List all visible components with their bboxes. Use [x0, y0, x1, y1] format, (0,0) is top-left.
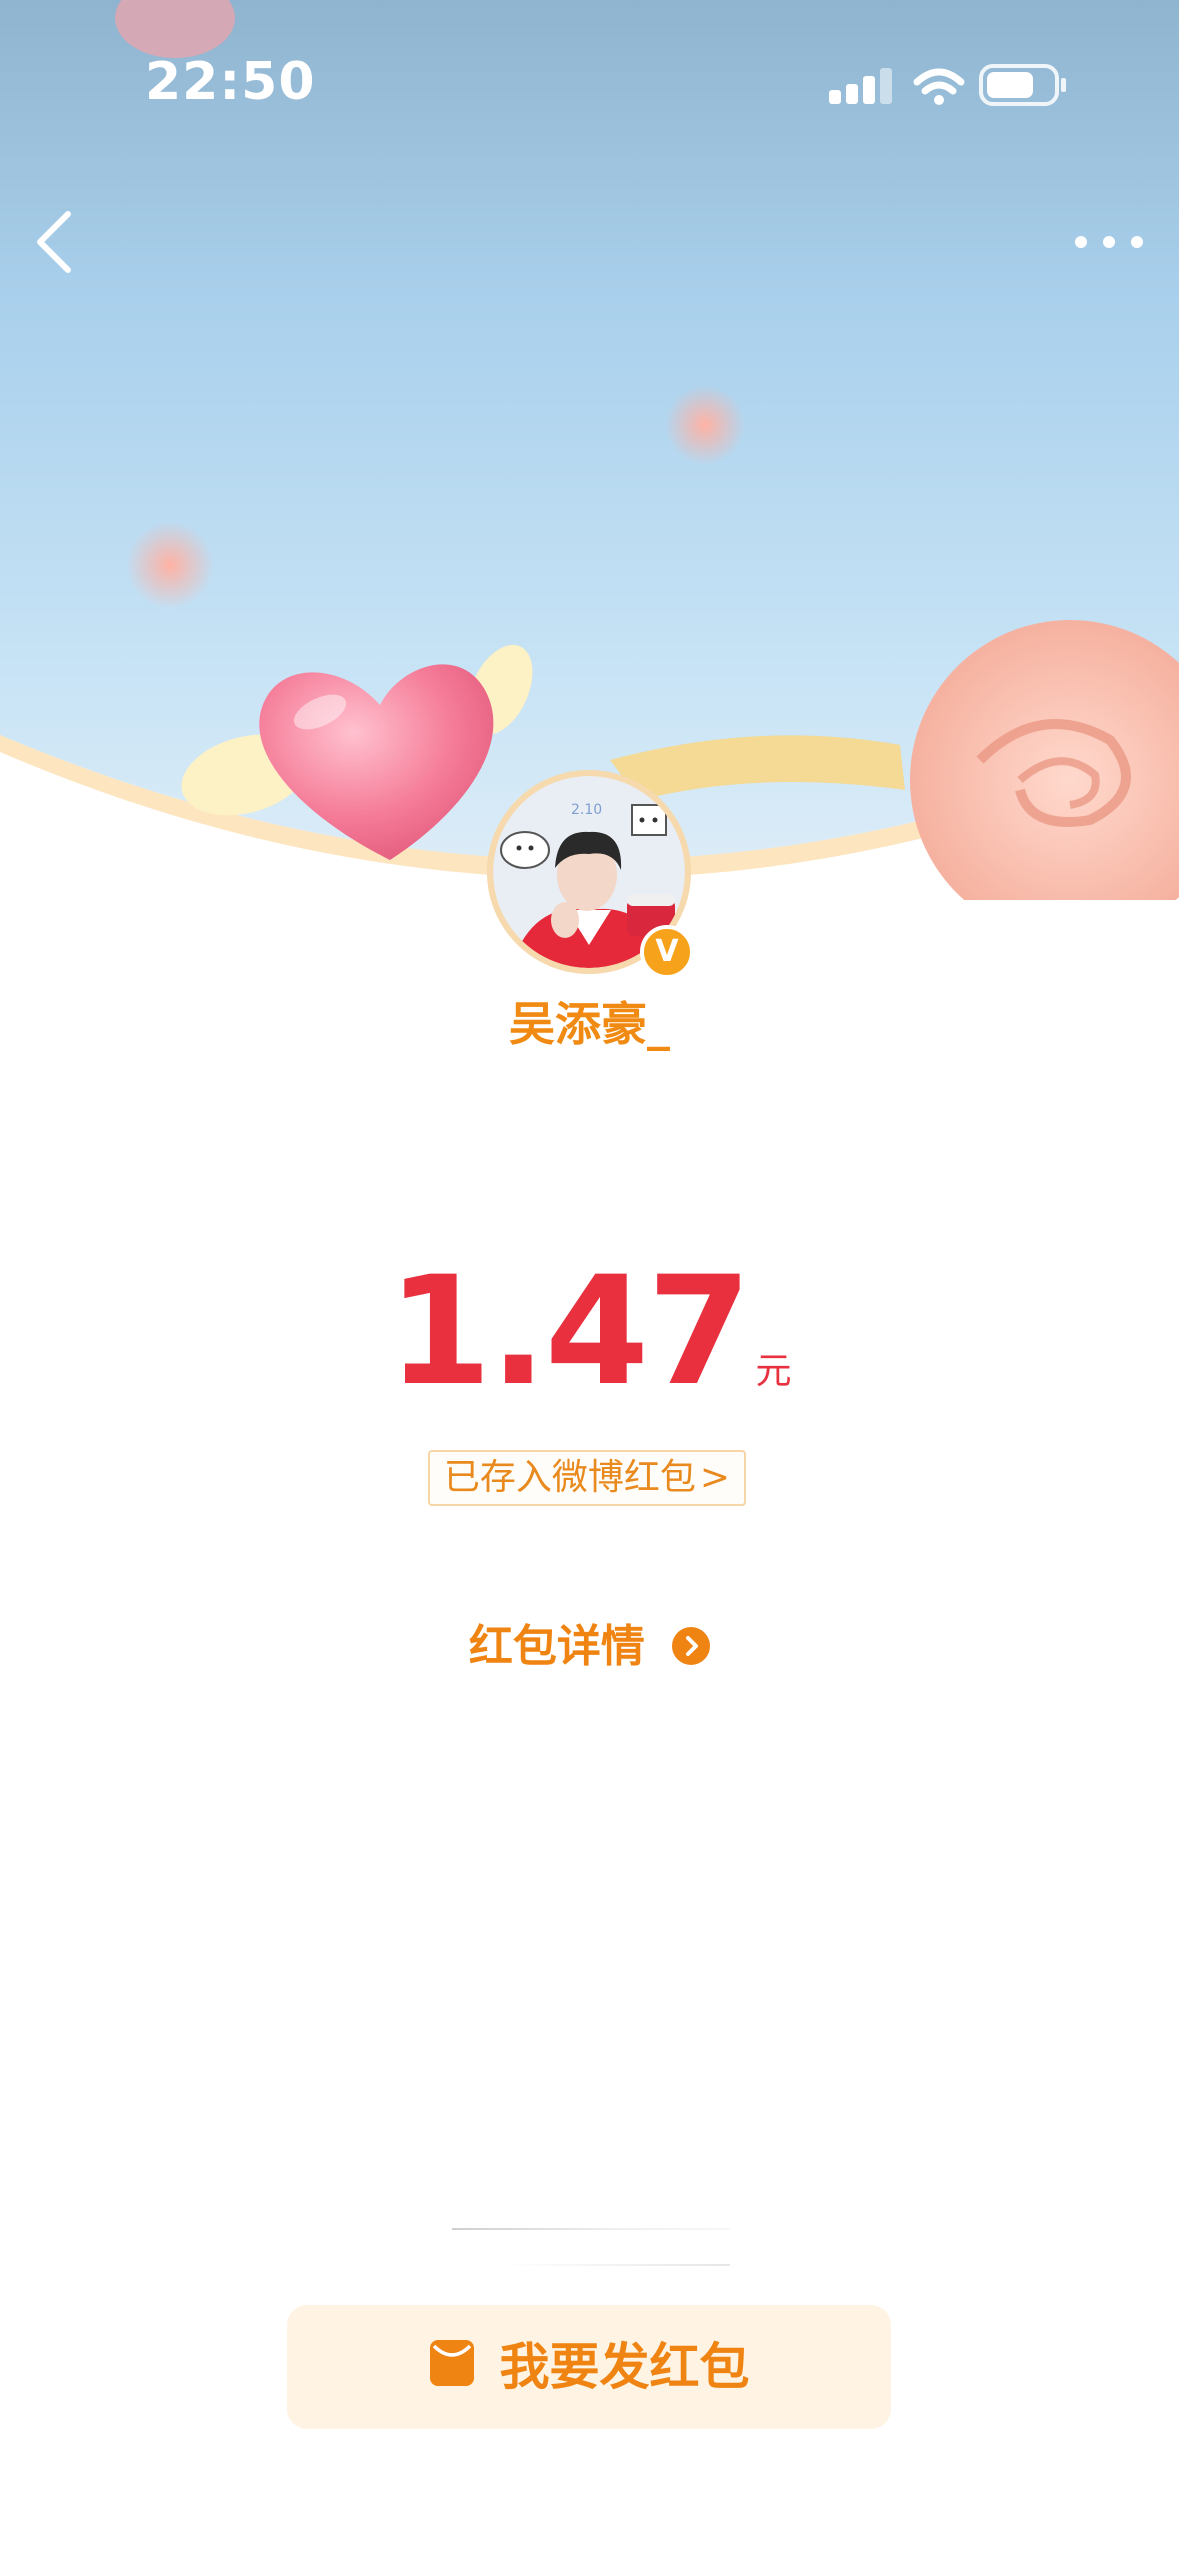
battery-icon	[979, 64, 1066, 106]
arrow-circle-icon	[672, 1627, 711, 1665]
sender-name[interactable]: 吴添豪_	[0, 988, 1179, 1054]
more-dots-icon[interactable]	[1065, 212, 1155, 272]
verified-badge: V	[640, 925, 694, 979]
red-packet-icon	[430, 2340, 475, 2386]
details-label: 红包详情	[468, 1621, 645, 1672]
divider	[452, 2228, 730, 2230]
svg-text:2.10: 2.10	[571, 802, 602, 818]
red-packet-page: 22:50 2.10 V 吴添豪_ 1.47 元 已存入微博红包 > 红包详情 …	[0, 0, 1179, 2556]
status-time: 22:50	[145, 52, 316, 112]
send-red-packet-button[interactable]: 我要发红包	[287, 2305, 891, 2429]
back-chevron-icon[interactable]	[24, 200, 108, 284]
divider	[500, 2264, 730, 2266]
saved-to-wallet-link[interactable]: 已存入微博红包 >	[428, 1450, 746, 1506]
wifi-icon	[913, 68, 965, 105]
signal-icon	[829, 68, 892, 104]
amount-display: 1.47 元	[0, 1245, 1179, 1419]
chevron-right-icon: >	[699, 1457, 731, 1498]
saved-label: 已存入微博红包	[443, 1457, 696, 1498]
status-bar: 22:50	[0, 0, 1179, 170]
red-packet-details-link[interactable]: 红包详情	[0, 1610, 1179, 1674]
amount-unit: 元	[755, 1351, 792, 1392]
status-icons	[829, 64, 1066, 106]
send-red-packet-label: 我要发红包	[499, 2338, 750, 2396]
amount-value: 1.47	[387, 1245, 751, 1419]
